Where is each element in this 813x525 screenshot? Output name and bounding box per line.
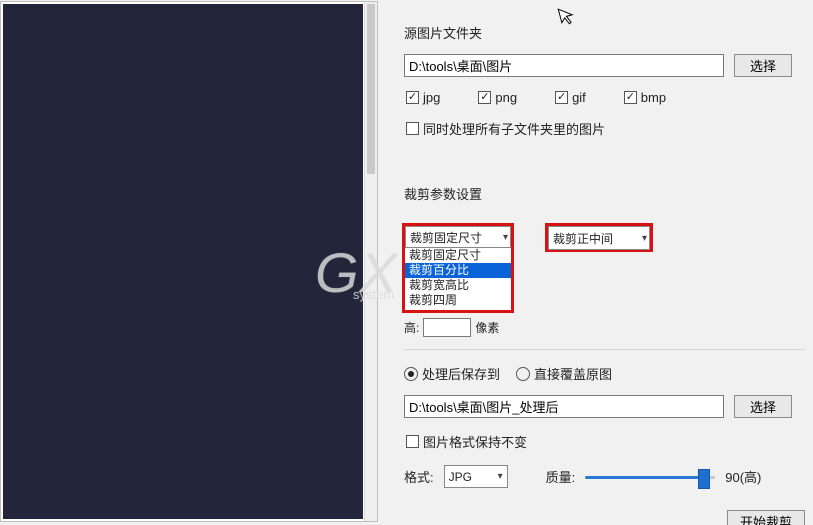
source-section: 源图片文件夹 选择 jpg png gif [404,1,805,138]
crop-mode-list: 裁剪固定尺寸 裁剪百分比 裁剪宽高比 裁剪四周 [405,248,511,308]
crop-anchor-dropdown[interactable]: 裁剪正中间 ▾ [545,223,653,252]
checkbox-png-label: png [495,90,517,105]
crop-mode-option[interactable]: 裁剪宽高比 [405,278,511,293]
checkbox-keep-format-label: 图片格式保持不变 [423,432,527,451]
browse-source-button[interactable]: 选择 [734,54,792,77]
source-path-input[interactable] [404,54,724,77]
check-icon [478,91,491,104]
radio-save-to[interactable]: 处理后保存到 [404,364,500,383]
preview-pane [0,1,378,522]
radio-overwrite-label: 直接覆盖原图 [534,364,612,383]
browse-output-button[interactable]: 选择 [734,395,792,418]
radio-overwrite[interactable]: 直接覆盖原图 [516,364,612,383]
radio-save-to-label: 处理后保存到 [422,364,500,383]
checkbox-recurse-label: 同时处理所有子文件夹里的图片 [423,119,605,138]
format-select[interactable]: JPG ▾ [444,465,508,488]
output-path-input[interactable] [404,395,724,418]
quality-slider[interactable] [585,467,715,487]
unit-label: 像素 [475,319,499,336]
quality-value: 90(高) [725,467,761,486]
crop-section: 裁剪参数设置 裁剪固定尺寸 ▾ 裁剪固定尺寸 裁剪百分比 裁剪宽高比 裁剪四周 [404,154,805,333]
crop-mode-option[interactable]: 裁剪固定尺寸 [405,248,511,263]
checkbox-recurse[interactable]: 同时处理所有子文件夹里的图片 [406,119,605,138]
check-icon [406,122,419,135]
crop-anchor-selected-label: 裁剪正中间 [553,230,613,247]
check-icon [555,91,568,104]
slider-thumb[interactable] [698,469,710,489]
crop-mode-selected-label: 裁剪固定尺寸 [410,229,482,246]
crop-mode-option[interactable]: 裁剪百分比 [405,263,511,278]
checkbox-keep-format[interactable]: 图片格式保持不变 [406,432,527,451]
format-value: JPG [449,470,472,484]
checkbox-gif[interactable]: gif [555,90,586,105]
run-button[interactable]: 开始裁剪 [727,510,805,525]
radio-icon [516,367,530,381]
crop-title: 裁剪参数设置 [404,154,805,215]
scroll-thumb[interactable] [367,4,375,174]
crop-mode-dropdown[interactable]: 裁剪固定尺寸 ▾ 裁剪固定尺寸 裁剪百分比 裁剪宽高比 裁剪四周 [402,223,514,313]
settings-pane: 源图片文件夹 选择 jpg png gif [384,0,813,525]
preview-scrollbar[interactable] [364,2,377,521]
slider-track-fill [585,476,702,479]
format-label: 格式: [404,467,434,486]
crop-anchor-selected[interactable]: 裁剪正中间 ▾ [548,226,650,250]
checkbox-bmp[interactable]: bmp [624,90,666,105]
height-input[interactable] [423,318,471,337]
height-label: 高: [404,319,419,336]
check-icon [624,91,637,104]
chevron-down-icon: ▾ [498,471,503,482]
checkbox-png[interactable]: png [478,90,517,105]
check-icon [406,91,419,104]
quality-label: 质量: [546,467,576,486]
checkbox-jpg[interactable]: jpg [406,90,440,105]
crop-mode-option[interactable]: 裁剪四周 [405,293,511,308]
output-section: 处理后保存到 直接覆盖原图 选择 图片格式保持不变 格式: [404,364,805,525]
chevron-down-icon: ▾ [642,233,647,244]
check-icon [406,435,419,448]
source-title: 源图片文件夹 [404,1,805,54]
preview-image-area [3,4,363,519]
radio-icon [404,367,418,381]
checkbox-bmp-label: bmp [641,90,666,105]
chevron-down-icon: ▾ [503,232,508,243]
checkbox-gif-label: gif [572,90,586,105]
crop-mode-selected[interactable]: 裁剪固定尺寸 ▾ [405,226,511,248]
checkbox-jpg-label: jpg [423,90,440,105]
separator [404,349,805,350]
